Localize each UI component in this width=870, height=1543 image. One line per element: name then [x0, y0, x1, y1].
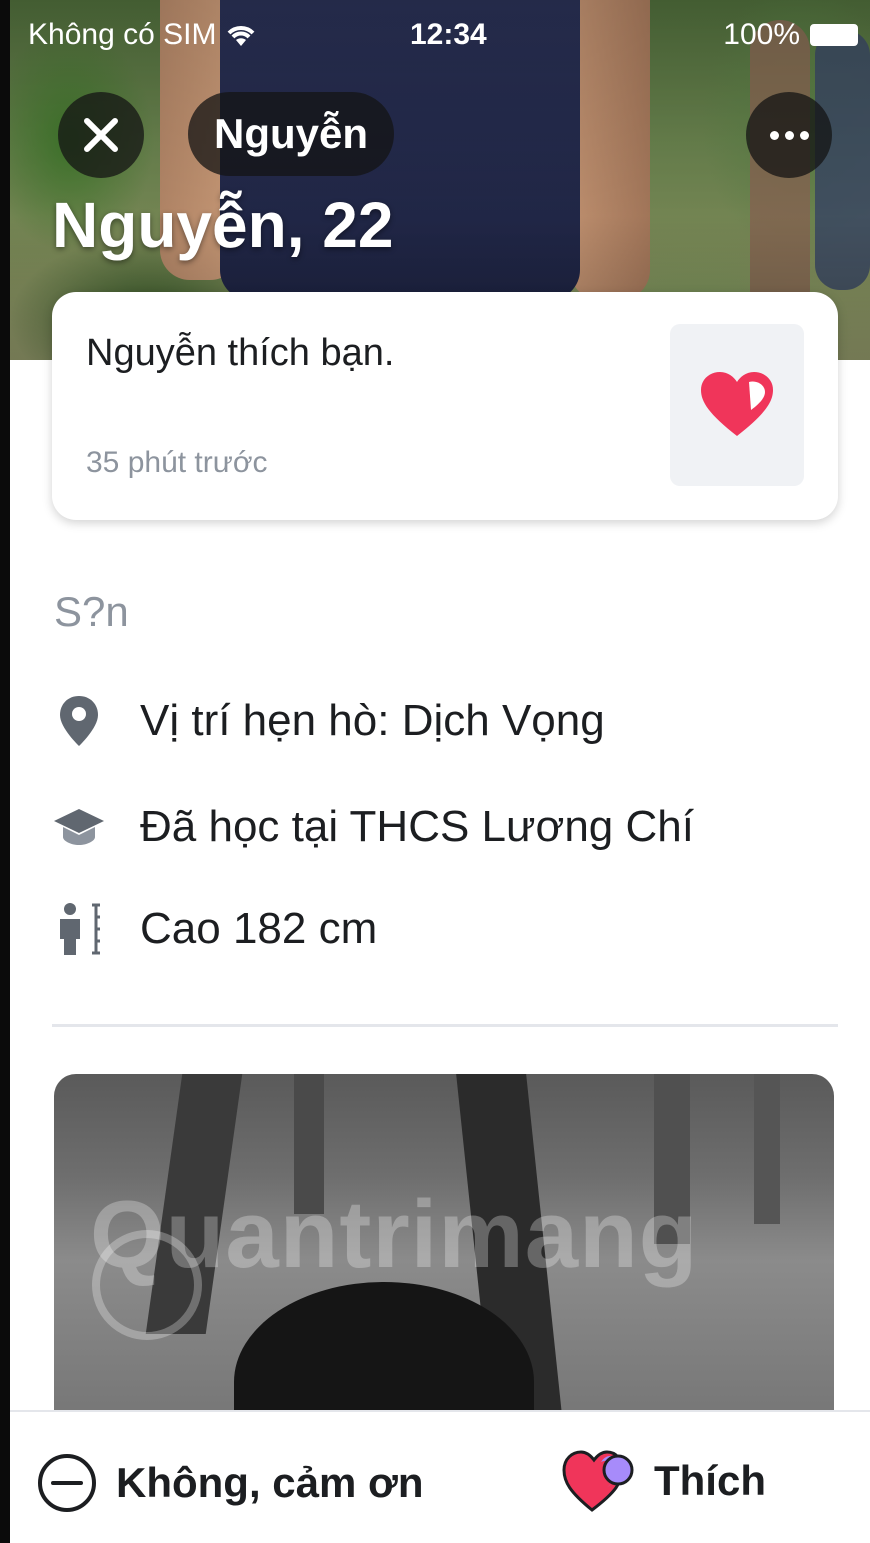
- battery-icon: [810, 24, 858, 46]
- info-location: Vị trí hẹn hò: Dịch Vọng: [52, 694, 605, 748]
- close-icon: [84, 118, 118, 152]
- decline-button[interactable]: Không, cảm ơn: [36, 1452, 424, 1514]
- info-education-text: Đã học tại THCS Lương Chí: [140, 802, 694, 851]
- minus-circle-icon: [38, 1454, 96, 1512]
- wifi-icon: [228, 26, 255, 46]
- like-notification-card[interactable]: Nguyễn thích bạn. 35 phút trước: [52, 292, 838, 520]
- like-time-ago: 35 phút trước: [86, 446, 268, 479]
- photo-tree: [754, 1074, 780, 1224]
- battery-percent: 100%: [723, 18, 800, 51]
- status-bar: Không có SIM 12:34 100%: [10, 0, 870, 70]
- battery-status: 100%: [723, 18, 858, 52]
- close-button[interactable]: [58, 92, 144, 178]
- more-options-button[interactable]: [746, 92, 832, 178]
- decline-label: Không, cảm ơn: [116, 1459, 424, 1506]
- divider: [52, 1024, 838, 1027]
- like-message: Nguyễn thích bạn.: [86, 332, 395, 374]
- watermark-text: Quantrimang: [90, 1181, 699, 1288]
- height-icon: [52, 902, 106, 956]
- heart-icon: [701, 372, 773, 436]
- like-heart-icon: [562, 1450, 634, 1512]
- profile-name-pill[interactable]: Nguyễn: [188, 92, 395, 176]
- info-height: Cao 182 cm: [52, 902, 377, 956]
- like-label: Thích: [654, 1457, 766, 1504]
- frame-edge: [0, 0, 10, 1543]
- profile-headline: Nguyễn, 22: [52, 189, 394, 261]
- info-height-text: Cao 182 cm: [140, 904, 378, 953]
- carrier-status: Không có SIM: [28, 18, 258, 52]
- more-icon: [769, 130, 809, 140]
- section-title: S?n: [54, 588, 129, 635]
- info-education: Đã học tại THCS Lương Chí: [52, 800, 694, 854]
- info-location-text: Vị trí hẹn hò: Dịch Vọng: [140, 696, 605, 745]
- graduation-cap-icon: [52, 800, 106, 854]
- action-bar: Không, cảm ơn Thích: [10, 1410, 870, 1543]
- location-pin-icon: [52, 694, 106, 748]
- carrier-label: Không có SIM: [28, 18, 217, 51]
- clock: 12:34: [410, 18, 487, 51]
- like-button[interactable]: Thích: [562, 1448, 766, 1514]
- like-heart-tile: [670, 324, 804, 486]
